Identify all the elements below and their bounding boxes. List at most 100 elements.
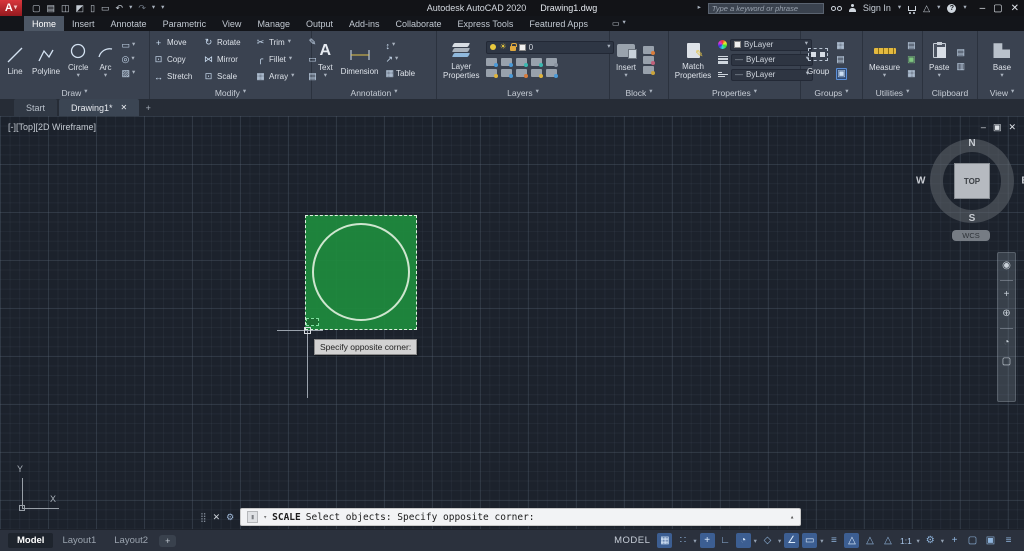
model-space-label[interactable]: MODEL [614,535,650,546]
polar-dropdown-icon[interactable]: ▾ [754,537,757,545]
show-motion-icon[interactable]: ▢ [1002,357,1011,367]
layout2-tab[interactable]: Layout2 [105,533,157,548]
viewport-minimize-icon[interactable]: – [981,122,986,133]
circle-button[interactable]: Circle ▾ [65,40,91,80]
panel-label-block[interactable]: Block▾ [610,86,668,99]
base-button[interactable]: Base ▾ [990,40,1014,80]
new-file-icon[interactable]: ▢ [32,4,41,13]
panel-label-utilities[interactable]: Utilities▾ [863,86,922,99]
help-icon[interactable]: ? [947,4,956,13]
plot-icon[interactable]: ▯ [90,4,95,13]
annotation-monitor-toggle[interactable]: △ [880,533,895,548]
object-color-dropdown[interactable]: ByLayer ▾ [730,39,812,51]
object-snap-tracking-toggle[interactable]: ∠ [784,533,799,548]
print-icon[interactable]: ▭ [101,4,110,13]
command-line-close-icon[interactable]: ✕ [213,512,221,523]
layer-tool-icon[interactable] [531,58,542,66]
rectangle-button[interactable]: ▭▾ [121,40,135,52]
ribbon-cycle-button[interactable]: ▭ ▾ [612,16,626,31]
workspace-switching-gear-icon[interactable]: ⚙ [923,533,938,548]
qat-customize-icon[interactable]: ▾ [161,5,164,12]
panel-label-draw[interactable]: Draw▾ [0,86,149,99]
line-button[interactable]: Line [3,44,27,76]
command-input-bar[interactable]: ▮ ▾ SCALE Select objects: Specify opposi… [240,508,801,526]
viewcube-north[interactable]: N [968,138,975,149]
viewport-close-icon[interactable]: ✕ [1008,122,1016,133]
wcs-dropdown[interactable]: WCS [952,230,990,241]
leader-button[interactable]: ↗▾ [385,54,415,66]
layer-tool-icon[interactable] [501,58,512,66]
group-selection-toggle[interactable]: ▣ [836,68,847,80]
maximize-button[interactable]: ▢ [993,3,1002,14]
app-store-cart-icon[interactable] [908,6,916,11]
sign-in-dropdown-icon[interactable]: ▾ [898,5,901,12]
tab-express-tools[interactable]: Express Tools [450,16,522,31]
layer-tool-icon[interactable] [501,69,512,77]
undo-icon[interactable]: ↶ [116,4,124,13]
array-button[interactable]: ▦Array▾ [255,71,307,82]
layer-freeze-sun-icon[interactable]: ☀ [499,43,506,51]
layer-tool-icon[interactable] [486,69,497,77]
layer-dropdown[interactable]: ☀ 0 ▾ [486,41,614,54]
panel-label-view[interactable]: View▾ [978,86,1024,99]
chevron-down-icon[interactable]: ▾ [263,514,267,521]
layer-tool-icon[interactable] [546,58,557,66]
match-properties-button[interactable]: Match Properties [672,39,714,80]
status-plus-icon[interactable]: + [947,533,962,548]
save-icon[interactable]: ◫ [61,4,70,13]
file-tab-close-icon[interactable]: ✕ [121,103,128,112]
paste-button[interactable]: Paste ▾ [926,40,952,80]
layer-on-bulb-icon[interactable] [490,44,496,50]
command-line-grip-handle[interactable]: ⣿ [200,512,207,523]
lineweight-toggle[interactable]: ≡ [826,533,841,548]
search-binoculars-icon[interactable] [831,6,842,11]
viewcube-west[interactable]: W [916,176,925,187]
tab-insert[interactable]: Insert [64,16,103,31]
open-file-icon[interactable]: ▤ [47,4,56,13]
application-menu-button[interactable]: A ▾ [0,0,22,16]
annotation-autoscale-toggle[interactable]: △ [862,533,877,548]
drawing-canvas[interactable]: [-][Top][2D Wireframe] – ▣ ✕ N S W E TOP… [0,116,1024,529]
a360-icon[interactable]: △ [923,3,930,14]
customization-menu-icon[interactable]: ≡ [1001,533,1016,548]
new-layout-button[interactable]: + [159,535,176,547]
layer-tool-icon[interactable] [546,69,557,77]
search-input[interactable] [708,3,824,14]
block-editor-icon[interactable] [643,66,654,74]
layer-tool-icon[interactable] [531,69,542,77]
isometric-drafting-toggle[interactable]: ◇ [760,533,775,548]
table-button[interactable]: ▦Table [385,68,415,80]
tab-manage[interactable]: Manage [249,16,298,31]
polyline-button[interactable]: Polyline [29,44,63,76]
model-tab[interactable]: Model [8,533,53,548]
id-point-button[interactable]: ▤ [907,40,916,52]
trim-button[interactable]: ✂Trim▾ [255,37,307,48]
isometric-dropdown-icon[interactable]: ▾ [778,537,781,545]
panel-label-groups[interactable]: Groups▾ [801,86,862,99]
orbit-icon[interactable]: ◔ [1003,338,1009,348]
zoom-icon[interactable]: ⊕ [1002,309,1010,319]
a360-dropdown-icon[interactable]: ▾ [937,5,940,12]
define-attributes-icon[interactable] [643,56,654,64]
tab-output[interactable]: Output [298,16,341,31]
object-snap-dropdown-icon[interactable]: ▾ [820,537,823,545]
annotation-scale-button[interactable]: 1:1 [898,533,913,548]
viewcube-top-face[interactable]: TOP [954,163,990,199]
layout1-tab[interactable]: Layout1 [53,533,105,548]
redo-icon[interactable]: ↷ [138,4,146,13]
layer-tool-icon[interactable] [516,58,527,66]
text-button[interactable]: A Text ▾ [315,40,336,80]
layer-tool-icon[interactable] [516,69,527,77]
cut-button[interactable]: ▤ [956,47,965,59]
measure-button[interactable]: Measure ▾ [866,40,903,80]
annotation-visibility-toggle[interactable]: △ [844,533,859,548]
tab-add-ins[interactable]: Add-ins [341,16,388,31]
viewport-controls-label[interactable]: [-][Top][2D Wireframe] [8,122,96,132]
viewcube[interactable]: N S W E TOP [930,139,1014,223]
copy-clip-button[interactable]: ▥ [956,61,965,73]
tab-annotate[interactable]: Annotate [103,16,155,31]
annotation-scale-dropdown-icon[interactable]: ▾ [916,537,919,545]
quick-select-button[interactable]: ▣ [907,54,916,66]
tab-featured-apps[interactable]: Featured Apps [521,16,596,31]
undo-dropdown-icon[interactable]: ▾ [129,5,132,12]
